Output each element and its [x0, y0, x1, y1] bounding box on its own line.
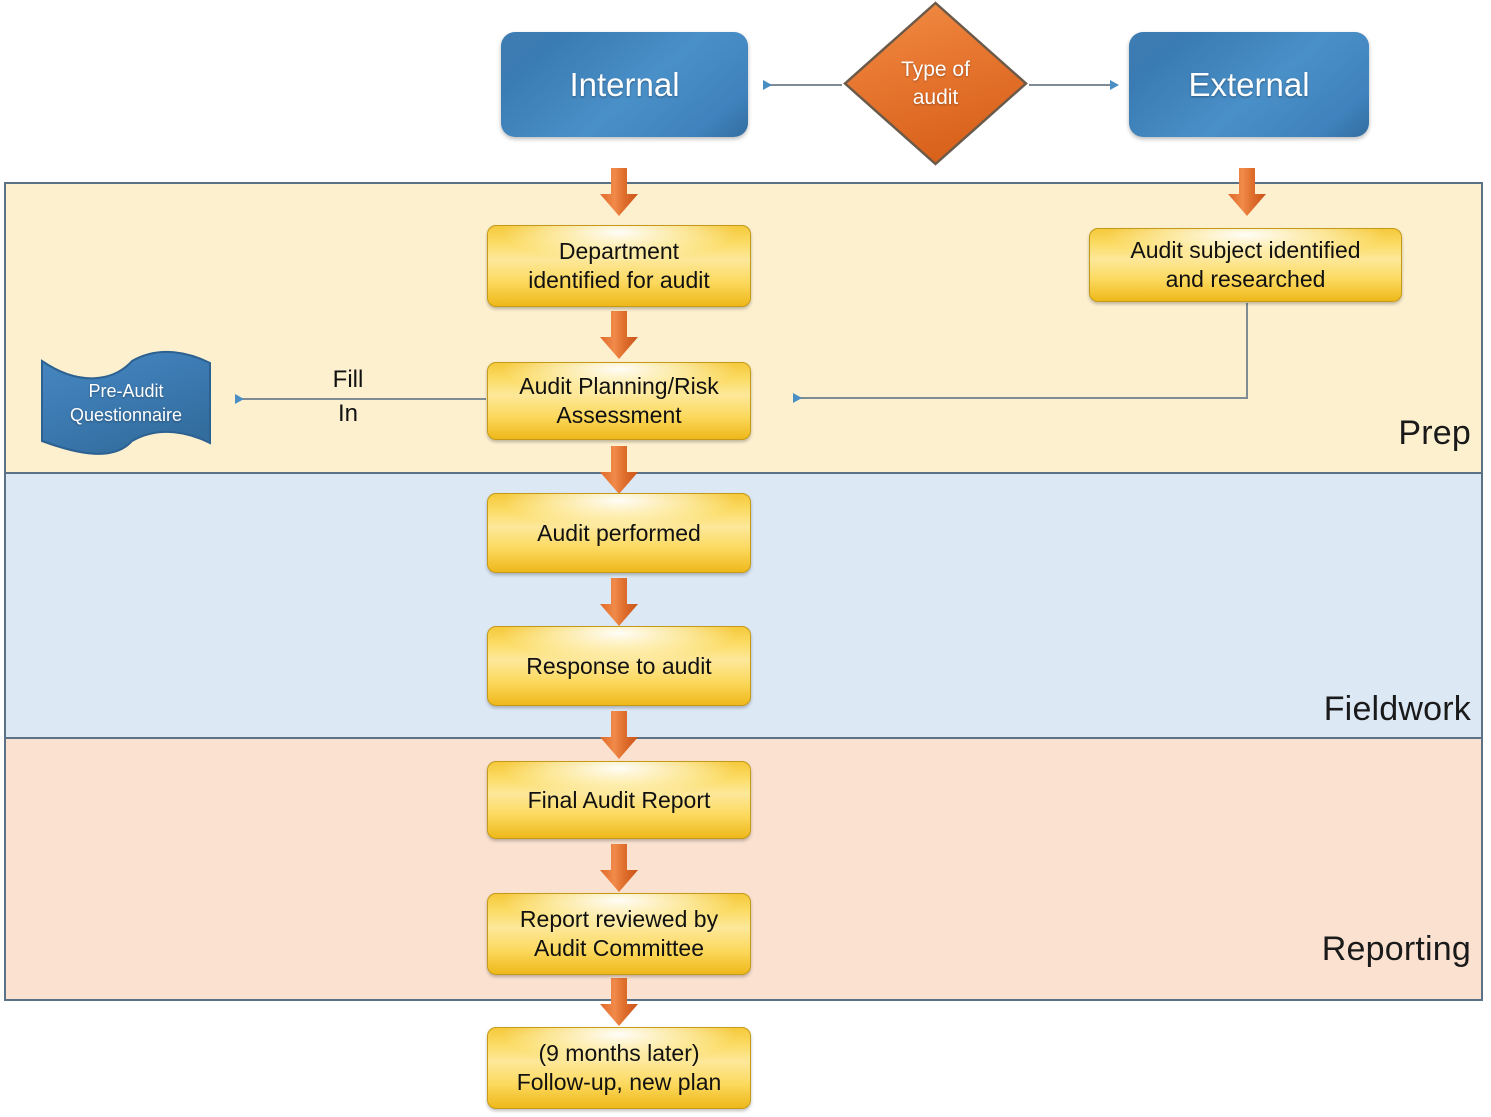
arrow-down-to-audit-performed — [600, 446, 638, 494]
arrow-down-to-response — [600, 578, 638, 626]
swimlane-label-fieldwork: Fieldwork — [1323, 690, 1471, 728]
step-response-label: Response to audit — [526, 652, 712, 679]
step-department-identified[interactable]: Department identified for audit — [487, 225, 751, 307]
step-followup-line2: Follow-up, new plan — [516, 1069, 722, 1095]
branch-internal-label: Internal — [569, 65, 680, 103]
arrow-down-to-followup — [600, 978, 638, 1026]
step-department-line1: Department — [558, 238, 680, 265]
arrow-down-to-final-report — [600, 711, 638, 759]
step-final-audit-report[interactable]: Final Audit Report — [487, 761, 751, 839]
step-audit-performed-label: Audit performed — [537, 519, 701, 546]
step-audit-performed[interactable]: Audit performed — [487, 493, 751, 573]
arrow-down-to-planning — [600, 311, 638, 359]
connector-label-fill: Fill — [332, 366, 364, 393]
step-review-line1: Report reviewed by — [519, 906, 719, 933]
arrow-down-to-report-review — [600, 844, 638, 892]
decision-diamond[interactable]: Type of audit — [843, 1, 1028, 166]
step-subject-line1: Audit subject identified — [1130, 237, 1361, 264]
branch-external[interactable]: External — [1129, 32, 1369, 137]
step-audit-subject-identified[interactable]: Audit subject identified and researched — [1089, 228, 1402, 302]
step-planning-line1: Audit Planning/Risk — [519, 373, 719, 400]
flowchart-canvas: Prep Fieldwork Reporting Type of audit I… — [0, 0, 1491, 1117]
step-followup-line1: (9 months later) — [538, 1040, 700, 1067]
branch-internal[interactable]: Internal — [501, 32, 748, 137]
step-response-to-audit[interactable]: Response to audit — [487, 626, 751, 706]
step-audit-planning[interactable]: Audit Planning/Risk Assessment — [487, 362, 751, 440]
arrow-down-to-audit-subject — [1228, 168, 1266, 216]
step-subject-line2: and researched — [1165, 266, 1326, 292]
step-final-report-label: Final Audit Report — [527, 786, 711, 813]
connector-label-in: In — [337, 400, 358, 427]
step-review-line2: Audit Committee — [533, 935, 704, 961]
arrow-down-to-department — [600, 168, 638, 216]
branch-external-label: External — [1188, 65, 1310, 103]
swimlane-label-prep: Prep — [1398, 414, 1471, 452]
artifact-pre-audit-questionnaire[interactable]: Pre-Audit Questionnaire — [36, 347, 216, 459]
step-department-line2: identified for audit — [528, 267, 710, 293]
step-planning-line2: Assessment — [556, 402, 682, 428]
step-report-reviewed[interactable]: Report reviewed by Audit Committee — [487, 893, 751, 975]
swimlane-label-reporting: Reporting — [1321, 930, 1471, 968]
step-followup-new-plan[interactable]: (9 months later) Follow-up, new plan — [487, 1027, 751, 1109]
